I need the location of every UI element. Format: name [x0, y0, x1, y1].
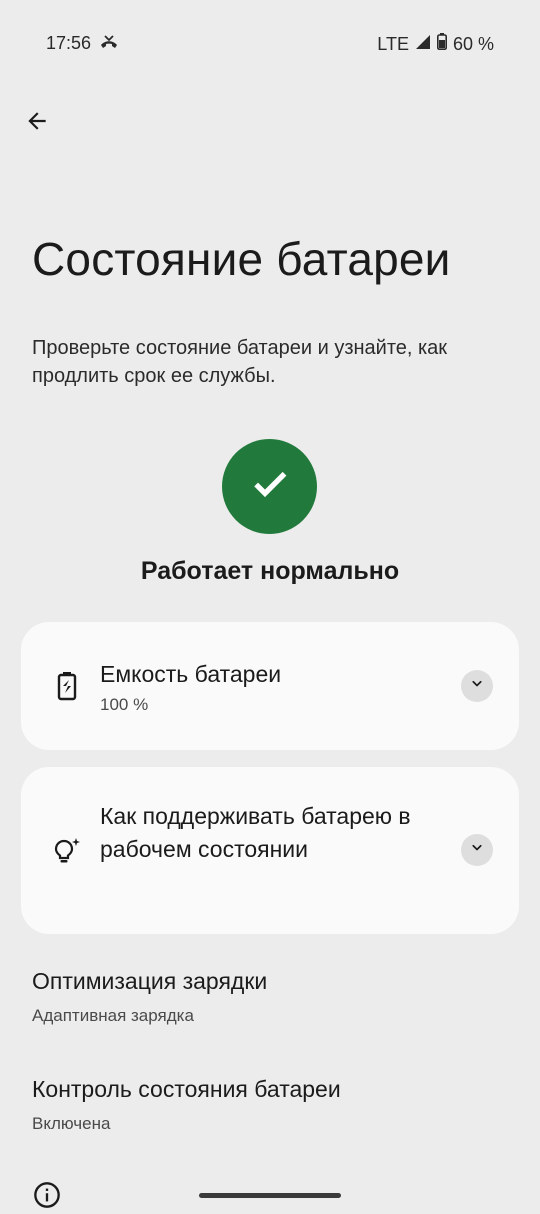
charging-optimization-item[interactable]: Оптимизация зарядки Адаптивная зарядка — [0, 968, 540, 1038]
gesture-nav-handle[interactable] — [199, 1193, 341, 1198]
chevron-down-icon — [468, 675, 486, 698]
card-title: Емкость батареи — [100, 661, 282, 687]
status-bar: 17:56 LTE 60 % — [0, 0, 540, 88]
card-subtitle: 100 % — [100, 695, 149, 714]
expand-button[interactable] — [461, 670, 493, 702]
chevron-down-icon — [468, 839, 486, 862]
card-text: Как поддерживать батарею в рабочем состо… — [100, 800, 440, 866]
battery-swap-icon — [51, 670, 83, 702]
battery-tips-card[interactable]: Как поддерживать батарею в рабочем состо… — [21, 767, 519, 934]
page-description: Проверьте состояние батареи и узнайте, к… — [32, 337, 448, 387]
missed-call-icon — [99, 33, 119, 54]
list-item-title: Оптимизация зарядки — [32, 968, 268, 994]
info-icon — [33, 1181, 61, 1209]
page-title: Состояние батареи — [32, 233, 451, 285]
back-button[interactable] — [14, 100, 60, 146]
expand-button[interactable] — [461, 834, 493, 866]
card-title: Как поддерживать батарею в рабочем состо… — [100, 803, 411, 862]
card-text: Емкость батареи 100 % — [100, 658, 440, 715]
arrow-back-icon — [24, 108, 50, 139]
list-item-title: Контроль состояния батареи — [32, 1076, 341, 1102]
status-right: LTE 60 % — [377, 33, 494, 55]
list-item-subtitle: Включена — [32, 1114, 111, 1133]
battery-icon — [436, 33, 447, 55]
status-left: 17:56 — [46, 33, 119, 54]
battery-capacity-card[interactable]: Емкость батареи 100 % — [21, 622, 519, 750]
network-type: LTE — [377, 33, 409, 54]
signal-icon — [415, 34, 431, 55]
list-item-subtitle: Адаптивная зарядка — [32, 1006, 194, 1025]
battery-percent: 60 % — [452, 33, 494, 54]
check-icon — [250, 464, 290, 509]
status-time: 17:56 — [46, 33, 92, 53]
status-label: Работает нормально — [140, 557, 400, 585]
battery-health-control-item[interactable]: Контроль состояния батареи Включена — [0, 1076, 540, 1146]
status-check-badge — [222, 439, 317, 534]
lightbulb-sparkle-icon — [51, 835, 83, 867]
